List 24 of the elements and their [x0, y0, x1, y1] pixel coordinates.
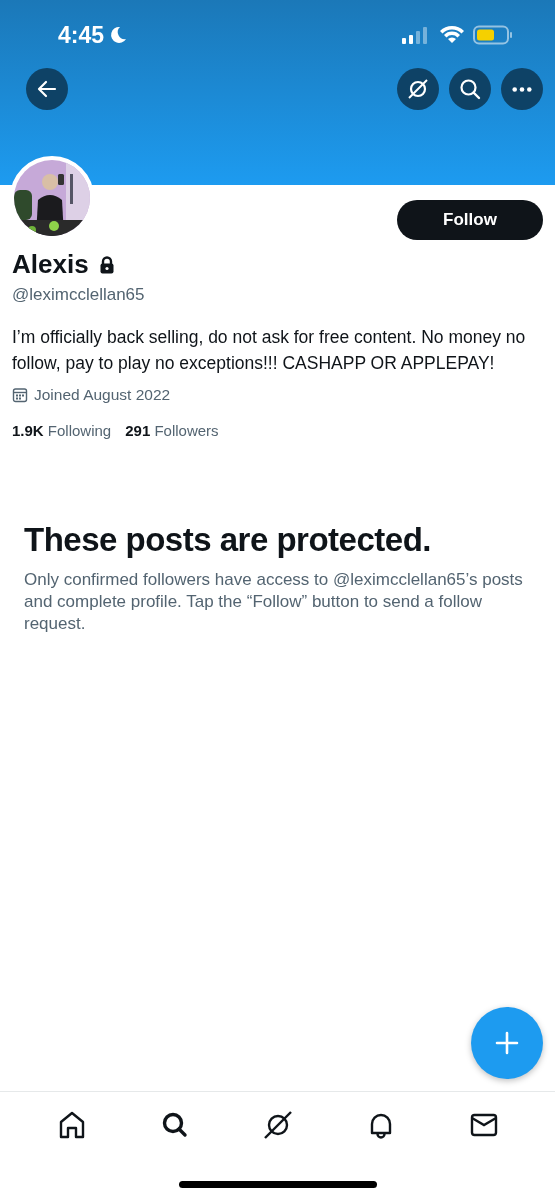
protected-message: Only confirmed followers have access to @leximcclellan65’s posts and complete profile. Tap the “Follow” button to send a follow request. — [24, 569, 524, 635]
joined-date: Joined August 2022 — [34, 386, 171, 404]
back-arrow-icon — [36, 78, 58, 100]
slashed-circle-button[interactable] — [397, 68, 439, 110]
wifi-icon — [439, 25, 465, 45]
calendar-icon — [12, 387, 28, 403]
moon-icon — [108, 25, 129, 45]
more-icon — [512, 86, 532, 92]
bio-text: I’m officially back selling, do not ask for free content. No money no follow, pay to play no exceptions!!! CASHAPP OR APPLEPAY! — [12, 326, 527, 375]
username-handle: @leximcclellan65 — [12, 285, 146, 305]
following-link[interactable]: 1.9K Following — [12, 422, 112, 439]
status-time: 4:45 — [58, 21, 105, 49]
compose-button[interactable] — [471, 1007, 543, 1079]
back-button[interactable] — [26, 68, 68, 110]
display-name: Alexis — [12, 249, 89, 280]
slashed-circle-icon — [406, 77, 430, 101]
follow-button[interactable]: Follow — [397, 200, 543, 240]
battery-icon — [473, 25, 513, 45]
followers-link[interactable]: 291 Followers — [125, 422, 219, 439]
more-button[interactable] — [501, 68, 543, 110]
search-button[interactable] — [449, 68, 491, 110]
plus-icon — [493, 1029, 521, 1057]
search-icon — [458, 77, 482, 101]
protected-heading: These posts are protected. — [24, 521, 432, 559]
